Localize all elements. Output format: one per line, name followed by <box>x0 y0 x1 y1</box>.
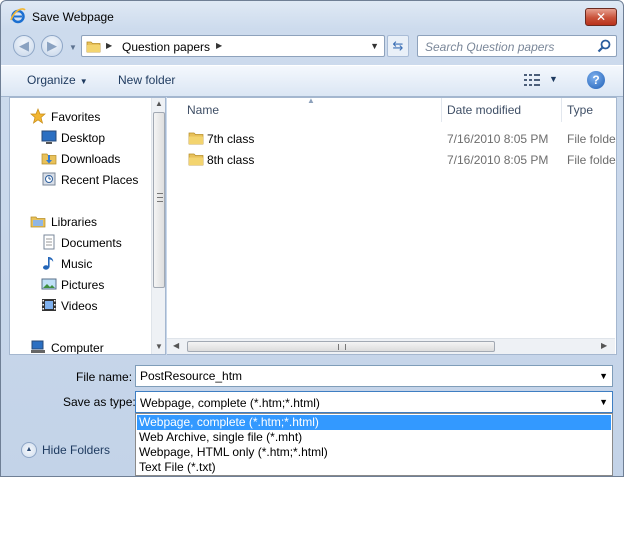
breadcrumb-item[interactable]: Question papers <box>122 40 210 54</box>
nav-item-label: Recent Places <box>61 173 139 187</box>
navigation-bar: ◀ ▶ ▼ ▶ Question papers ▶ ▼ ⇆ Search Que… <box>1 31 623 63</box>
column-header-type[interactable]: Type <box>567 98 593 122</box>
help-icon[interactable]: ? <box>587 71 605 89</box>
navigation-pane: Favorites Desktop Downloads Recent Place… <box>9 97 166 355</box>
file-type: File folder <box>567 153 617 167</box>
file-name: 7th class <box>207 132 255 146</box>
organize-chevron-icon: ▼ <box>79 77 88 86</box>
scroll-left-icon[interactable]: ◀ <box>173 341 179 350</box>
save-type-option[interactable]: Text File (*.txt) <box>137 460 611 475</box>
refresh-icon: ⇆ <box>392 38 404 53</box>
title-bar[interactable]: Save Webpage ✕ <box>1 1 623 31</box>
back-button[interactable]: ◀ <box>13 35 35 57</box>
collapse-up-icon: ▲ <box>21 442 37 458</box>
scroll-right-icon[interactable]: ▶ <box>601 341 607 350</box>
scrollbar-thumb[interactable] <box>153 112 165 288</box>
nav-item-label: Documents <box>61 236 122 250</box>
hide-folders-label: Hide Folders <box>42 443 111 457</box>
window-title: Save Webpage <box>32 10 114 24</box>
address-bar[interactable]: ▶ Question papers ▶ ▼ <box>81 35 385 57</box>
file-row[interactable]: 8th class 7/16/2010 8:05 PM File folder <box>167 150 616 170</box>
save-as-type-select[interactable]: Webpage, complete (*.htm;*.html) ▼ <box>135 391 613 413</box>
column-headers: ▲ Name Date modified Type <box>167 98 616 122</box>
forward-button[interactable]: ▶ <box>41 35 63 57</box>
file-name-input[interactable] <box>140 369 580 383</box>
file-name-combobox[interactable]: ▼ <box>135 365 613 387</box>
videos-icon <box>42 299 56 311</box>
column-divider[interactable] <box>441 98 442 122</box>
save-as-type-options: Webpage, complete (*.htm;*.html) Web Arc… <box>135 413 613 476</box>
nav-item-label: Music <box>61 257 93 271</box>
forward-arrow-icon: ▶ <box>47 38 57 53</box>
column-header-name[interactable]: Name <box>187 98 219 122</box>
view-options-chevron-icon[interactable]: ▼ <box>549 74 558 84</box>
file-list-horizontal-scrollbar[interactable]: ◀ ▶ <box>167 338 615 354</box>
save-type-option[interactable]: Webpage, complete (*.htm;*.html) <box>137 415 611 430</box>
file-date-modified: 7/16/2010 8:05 PM <box>447 132 549 146</box>
save-as-type-label: Save as type: <box>63 395 136 409</box>
scroll-up-icon[interactable]: ▲ <box>155 99 163 108</box>
save-webpage-dialog: Save Webpage ✕ ◀ ▶ ▼ ▶ Question papers ▶… <box>0 0 624 477</box>
nav-item-label: Videos <box>61 299 98 313</box>
new-folder-button[interactable]: New folder <box>118 73 175 87</box>
folder-icon <box>86 41 101 53</box>
search-icon[interactable] <box>597 39 611 53</box>
grip-icon <box>338 344 346 350</box>
back-arrow-icon: ◀ <box>19 38 29 53</box>
command-toolbar: Organize ▼ New folder ▼ ? <box>1 65 623 97</box>
refresh-button[interactable]: ⇆ <box>387 35 409 57</box>
folder-icon <box>188 153 204 166</box>
star-icon <box>30 108 46 124</box>
search-box[interactable]: Search Question papers <box>417 35 617 57</box>
desktop-icon <box>41 130 57 144</box>
file-name: 8th class <box>207 153 255 167</box>
file-name-dropdown-icon[interactable]: ▼ <box>599 371 608 381</box>
column-divider[interactable] <box>561 98 562 122</box>
column-header-date-modified[interactable]: Date modified <box>447 98 521 122</box>
scroll-down-icon[interactable]: ▼ <box>155 342 163 351</box>
folder-icon <box>188 132 204 145</box>
nav-item-label: Desktop <box>61 131 106 145</box>
documents-icon <box>43 234 55 250</box>
save-type-option[interactable]: Webpage, HTML only (*.htm;*.html) <box>137 445 611 460</box>
change-view-icon[interactable] <box>524 74 540 86</box>
nav-item-label: Libraries <box>51 215 98 229</box>
file-type: File folder <box>567 132 617 146</box>
address-dropdown-icon[interactable]: ▼ <box>370 41 379 51</box>
file-name-label: File name: <box>76 370 133 384</box>
organize-label: Organize <box>27 73 76 87</box>
music-icon <box>43 257 54 270</box>
sort-ascending-icon: ▲ <box>307 97 315 105</box>
nav-item-label: Computer <box>51 341 104 355</box>
file-list: ▲ Name Date modified Type 7th class 7/16… <box>167 97 617 355</box>
search-placeholder[interactable]: Search Question papers <box>425 40 554 54</box>
organize-button[interactable]: Organize ▼ <box>27 73 88 87</box>
recent-pages-chevron-icon[interactable]: ▼ <box>69 43 77 52</box>
recent-places-icon <box>42 172 56 186</box>
save-as-type-dropdown-icon[interactable]: ▼ <box>599 397 608 407</box>
libraries-icon <box>30 216 46 228</box>
breadcrumb-separator-icon[interactable]: ▶ <box>216 41 222 50</box>
computer-icon <box>31 340 45 353</box>
save-type-option[interactable]: Web Archive, single file (*.mht) <box>137 430 611 445</box>
grip-icon <box>157 193 163 202</box>
downloads-icon <box>41 153 57 165</box>
navigation-pane-scrollbar[interactable]: ▲ ▼ <box>151 98 165 354</box>
nav-item-label: Downloads <box>61 152 121 166</box>
save-as-type-value: Webpage, complete (*.htm;*.html) <box>140 396 320 410</box>
pictures-icon <box>41 278 57 290</box>
scrollbar-thumb[interactable] <box>187 341 495 352</box>
breadcrumb-separator-icon[interactable]: ▶ <box>106 41 112 50</box>
file-date-modified: 7/16/2010 8:05 PM <box>447 153 549 167</box>
file-row[interactable]: 7th class 7/16/2010 8:05 PM File folder <box>167 129 616 149</box>
internet-explorer-icon <box>10 8 26 24</box>
nav-item-label: Pictures <box>61 278 105 292</box>
close-button[interactable]: ✕ <box>585 8 617 26</box>
nav-item-label: Favorites <box>51 110 101 124</box>
